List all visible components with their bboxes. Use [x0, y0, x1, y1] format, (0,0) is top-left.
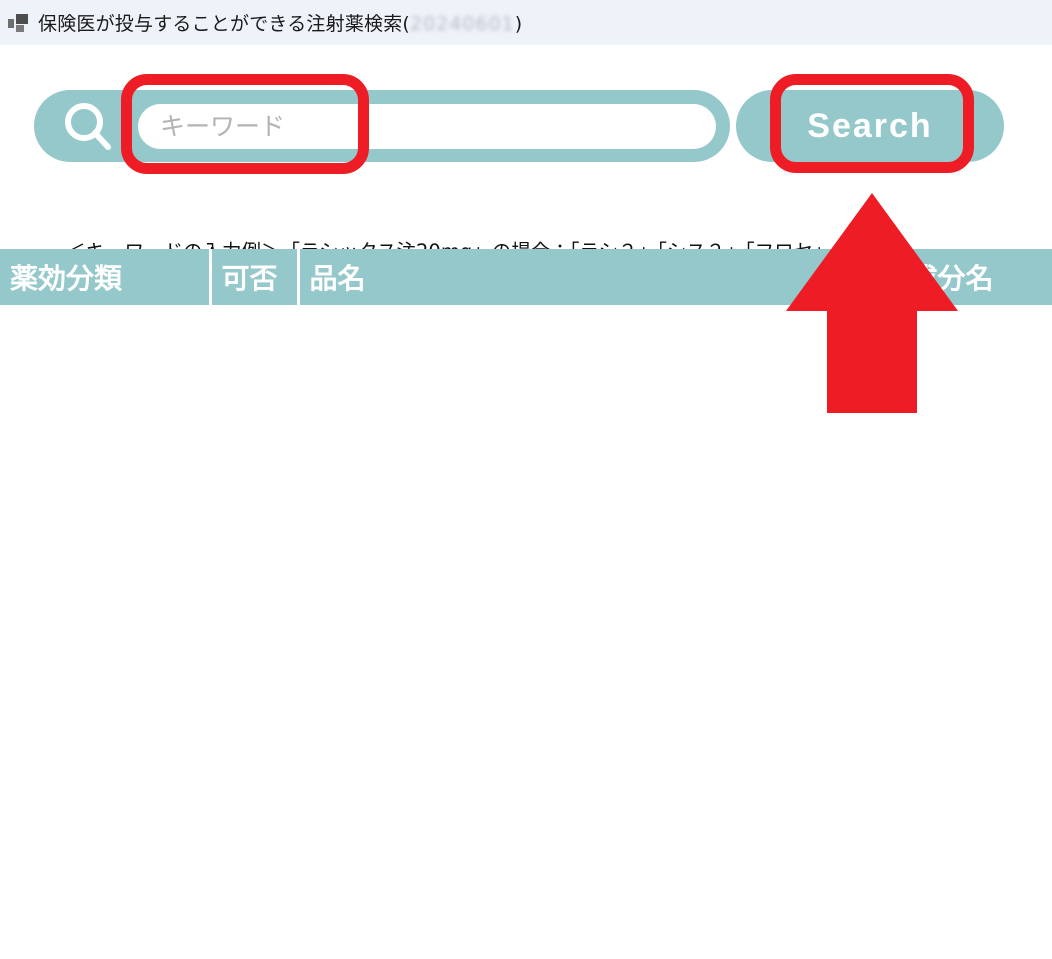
search-button[interactable]: Search	[736, 90, 1004, 162]
page-title-suffix: )	[514, 13, 523, 35]
search-icon	[62, 102, 114, 152]
column-header-allowed[interactable]: 可否	[210, 249, 300, 305]
page-title-redacted-date: 20240601	[410, 13, 515, 35]
column-header-product-name[interactable]: 品名	[298, 249, 900, 305]
window-title-bar: 保険医が投与することができる注射薬検索(20240601)	[0, 0, 1052, 45]
results-table-header: 薬効分類 可否 品名 成分名	[0, 249, 1052, 305]
search-input[interactable]	[138, 104, 716, 149]
search-section: Search ＜キーワードの入力例＞「ラシックス注20mg」の場合：「ラシ２」「…	[0, 45, 1052, 263]
page-title-prefix: 保険医が投与することができる注射薬検索(	[38, 13, 411, 35]
results-table: 薬効分類 可否 品名 成分名	[0, 249, 1052, 305]
search-bar	[34, 90, 730, 162]
table-header-row: 薬効分類 可否 品名 成分名	[0, 249, 1052, 305]
column-header-ingredient-name[interactable]: 成分名	[898, 249, 1052, 305]
page-title: 保険医が投与することができる注射薬検索(20240601)	[38, 9, 522, 36]
column-header-drug-class[interactable]: 薬効分類	[0, 249, 212, 305]
app-squares-icon	[8, 12, 30, 34]
